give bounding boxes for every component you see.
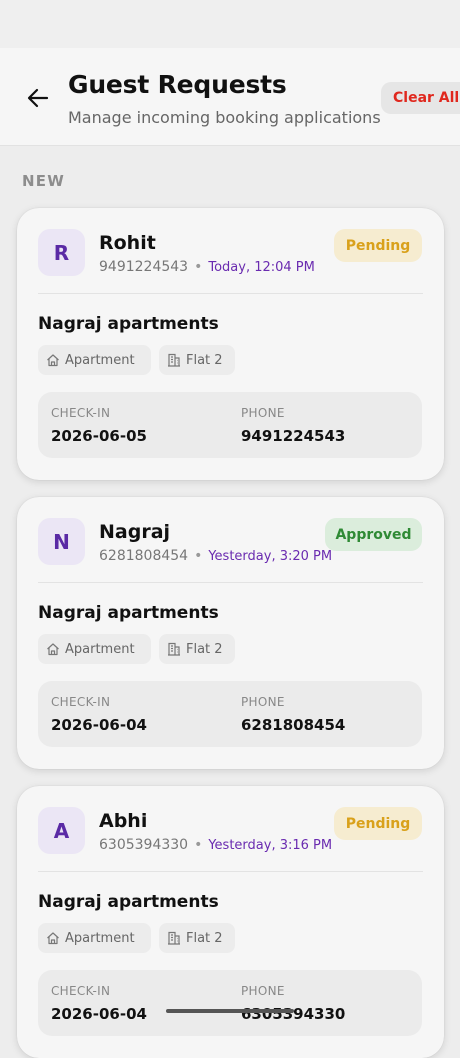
page-subtitle: Manage incoming booking applications bbox=[68, 108, 381, 127]
guest-meta: 9491224543 • Today, 12:04 PM bbox=[99, 259, 315, 275]
home-indicator[interactable] bbox=[166, 1009, 294, 1013]
divider bbox=[38, 582, 423, 583]
checkin-date: 2026-06-05 bbox=[51, 427, 147, 445]
info-box: CHECK-IN 2026-06-04 PHONE 6281808454 bbox=[38, 681, 422, 747]
checkin-label: CHECK-IN bbox=[51, 984, 111, 998]
info-box: CHECK-IN 2026-06-04 PHONE 6305394330 bbox=[38, 970, 422, 1036]
request-time: Yesterday, 3:20 PM bbox=[208, 549, 333, 564]
guest-meta: 6281808454 • Yesterday, 3:20 PM bbox=[99, 548, 333, 564]
guest-phone: 6281808454 bbox=[99, 548, 189, 564]
status-badge: Approved bbox=[325, 518, 422, 551]
back-button[interactable] bbox=[22, 84, 54, 112]
building-icon bbox=[168, 931, 180, 945]
request-card[interactable]: A Abhi 6305394330 • Yesterday, 3:16 PM Pen… bbox=[17, 786, 444, 1058]
status-badge: Pending bbox=[334, 229, 422, 262]
status-badge: Pending bbox=[334, 807, 422, 840]
checkin-date: 2026-06-04 bbox=[51, 1005, 147, 1023]
request-card[interactable]: R Rohit 9491224543 • Today, 12:04 PM Pendi… bbox=[17, 208, 444, 480]
phone-label: PHONE bbox=[241, 406, 285, 420]
request-card[interactable]: N Nagraj 6281808454 • Yesterday, 3:20 PM A… bbox=[17, 497, 444, 769]
unit-chip: Flat 2 bbox=[159, 345, 235, 375]
request-time: Yesterday, 3:16 PM bbox=[208, 838, 333, 853]
guest-name: Nagraj bbox=[99, 521, 171, 543]
arrow-left-icon bbox=[27, 88, 49, 108]
page-title: Guest Requests bbox=[68, 70, 287, 99]
guest-name: Rohit bbox=[99, 232, 156, 254]
request-time: Today, 12:04 PM bbox=[208, 260, 315, 275]
divider bbox=[38, 871, 423, 872]
header: Guest Requests Manage incoming booking a… bbox=[0, 48, 460, 146]
avatar: A bbox=[38, 807, 85, 854]
home-icon bbox=[47, 932, 59, 945]
section-label-new: NEW bbox=[22, 172, 65, 190]
phone-value: 6281808454 bbox=[241, 716, 346, 734]
guest-name: Abhi bbox=[99, 810, 148, 832]
unit-chip: Flat 2 bbox=[159, 634, 235, 664]
building-icon bbox=[168, 353, 180, 367]
divider bbox=[38, 293, 423, 294]
property-name: Nagraj apartments bbox=[38, 603, 219, 623]
checkin-date: 2026-06-04 bbox=[51, 716, 147, 734]
property-type-chip: Apartment bbox=[38, 923, 151, 953]
checkin-label: CHECK-IN bbox=[51, 695, 111, 709]
checkin-label: CHECK-IN bbox=[51, 406, 111, 420]
home-icon bbox=[47, 354, 59, 367]
clear-all-button[interactable]: Clear All bbox=[381, 82, 460, 114]
phone-label: PHONE bbox=[241, 695, 285, 709]
unit-chip: Flat 2 bbox=[159, 923, 235, 953]
phone-label: PHONE bbox=[241, 984, 285, 998]
phone-value: 9491224543 bbox=[241, 427, 346, 445]
property-name: Nagraj apartments bbox=[38, 314, 219, 334]
property-type-chip: Apartment bbox=[38, 345, 151, 375]
avatar: N bbox=[38, 518, 85, 565]
building-icon bbox=[168, 642, 180, 656]
guest-phone: 6305394330 bbox=[99, 837, 189, 853]
property-name: Nagraj apartments bbox=[38, 892, 219, 912]
avatar: R bbox=[38, 229, 85, 276]
info-box: CHECK-IN 2026-06-05 PHONE 9491224543 bbox=[38, 392, 422, 458]
status-bar bbox=[0, 0, 460, 48]
home-icon bbox=[47, 643, 59, 656]
property-type-chip: Apartment bbox=[38, 634, 151, 664]
guest-meta: 6305394330 • Yesterday, 3:16 PM bbox=[99, 837, 333, 853]
phone-value: 6305394330 bbox=[241, 1005, 346, 1023]
guest-phone: 9491224543 bbox=[99, 259, 189, 275]
